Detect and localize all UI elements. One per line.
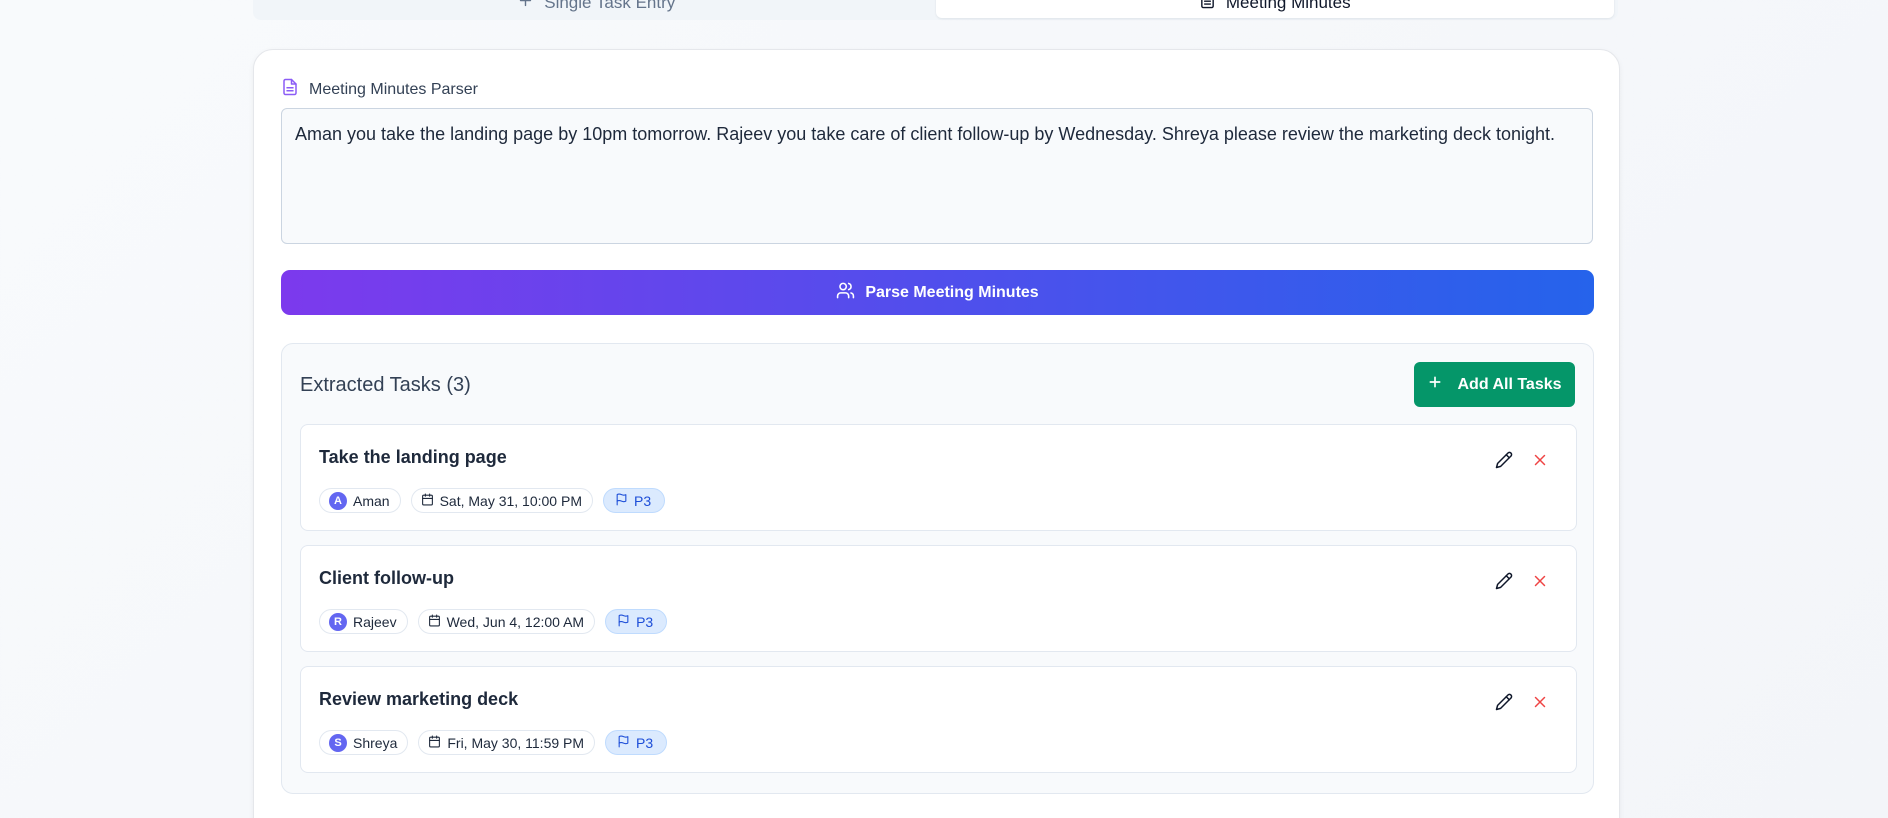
due-date-chip: Fri, May 30, 11:59 PM — [418, 730, 596, 755]
meeting-minutes-card: Meeting Minutes Parser Aman you take the… — [253, 49, 1620, 818]
priority-chip: P3 — [605, 730, 668, 755]
tab-meeting-minutes[interactable]: Meeting Minutes — [935, 0, 1614, 18]
document-icon — [1199, 0, 1216, 14]
task-card: Take the landing page A Aman Sat, May 31… — [300, 424, 1577, 531]
task-card: Review marketing deck S Shreya Fri, May … — [300, 666, 1577, 773]
avatar: S — [329, 733, 347, 752]
tab-label: Single Task Entry — [544, 0, 676, 12]
add-all-label: Add All Tasks — [1457, 375, 1562, 393]
plus-icon — [517, 0, 534, 14]
calendar-icon — [428, 614, 441, 630]
task-meta: A Aman Sat, May 31, 10:00 PM P3 — [319, 488, 666, 513]
tab-single-task-entry[interactable]: Single Task Entry — [257, 0, 936, 18]
due-date: Wed, Jun 4, 12:00 AM — [446, 613, 585, 630]
assignee-name: Rajeev — [353, 613, 397, 630]
assignee-chip: S Shreya — [319, 730, 409, 755]
task-actions — [1494, 450, 1550, 470]
avatar: R — [329, 612, 347, 631]
due-date-chip: Sat, May 31, 10:00 PM — [410, 488, 593, 513]
parse-meeting-minutes-button[interactable]: Parse Meeting Minutes — [281, 270, 1594, 315]
tab-bar: Single Task Entry Meeting Minutes — [253, 0, 1618, 20]
priority-chip: P3 — [602, 488, 666, 513]
meeting-minutes-input[interactable]: Aman you take the landing page by 10pm t… — [281, 108, 1593, 244]
pencil-icon[interactable] — [1494, 692, 1514, 712]
add-all-tasks-button[interactable]: Add All Tasks — [1414, 362, 1575, 407]
task-meta: R Rajeev Wed, Jun 4, 12:00 AM P3 — [319, 609, 668, 634]
parse-button-label: Parse Meeting Minutes — [865, 283, 1039, 301]
due-date: Fri, May 30, 11:59 PM — [447, 734, 585, 751]
extracted-tasks-title: Extracted Tasks (3) — [300, 374, 471, 396]
task-actions — [1494, 571, 1550, 591]
tab-label: Meeting Minutes — [1225, 0, 1351, 12]
users-icon — [836, 281, 855, 305]
plus-icon — [1427, 374, 1443, 395]
pencil-icon[interactable] — [1494, 450, 1514, 470]
task-title: Review marketing deck — [319, 689, 519, 709]
flag-icon — [617, 735, 630, 751]
avatar: A — [329, 491, 347, 510]
task-meta: S Shreya Fri, May 30, 11:59 PM P3 — [319, 730, 668, 755]
task-actions — [1494, 692, 1550, 712]
pencil-icon[interactable] — [1494, 571, 1514, 591]
close-icon[interactable] — [1530, 450, 1550, 470]
assignee-name: Shreya — [353, 734, 398, 751]
task-card: Client follow-up R Rajeev Wed, Jun 4, 12… — [300, 545, 1577, 652]
task-title: Client follow-up — [319, 568, 454, 588]
extracted-tasks-panel: Extracted Tasks (3) Add All Tasks Take t… — [281, 343, 1594, 794]
flag-icon — [615, 493, 628, 509]
priority-label: P3 — [633, 492, 652, 509]
due-date-chip: Wed, Jun 4, 12:00 AM — [417, 609, 596, 634]
task-title: Take the landing page — [319, 447, 507, 467]
calendar-icon — [428, 735, 441, 751]
priority-chip: P3 — [605, 609, 668, 634]
assignee-name: Aman — [353, 492, 390, 509]
assignee-chip: A Aman — [319, 488, 401, 513]
calendar-icon — [421, 493, 434, 509]
flag-icon — [617, 614, 630, 630]
assignee-chip: R Rajeev — [319, 609, 408, 634]
priority-label: P3 — [636, 613, 654, 630]
document-icon — [281, 78, 299, 101]
priority-label: P3 — [636, 734, 654, 751]
parser-heading-label: Meeting Minutes Parser — [309, 80, 478, 98]
parser-heading: Meeting Minutes Parser — [281, 78, 478, 101]
close-icon[interactable] — [1530, 571, 1550, 591]
due-date: Sat, May 31, 10:00 PM — [439, 492, 582, 509]
close-icon[interactable] — [1530, 692, 1550, 712]
